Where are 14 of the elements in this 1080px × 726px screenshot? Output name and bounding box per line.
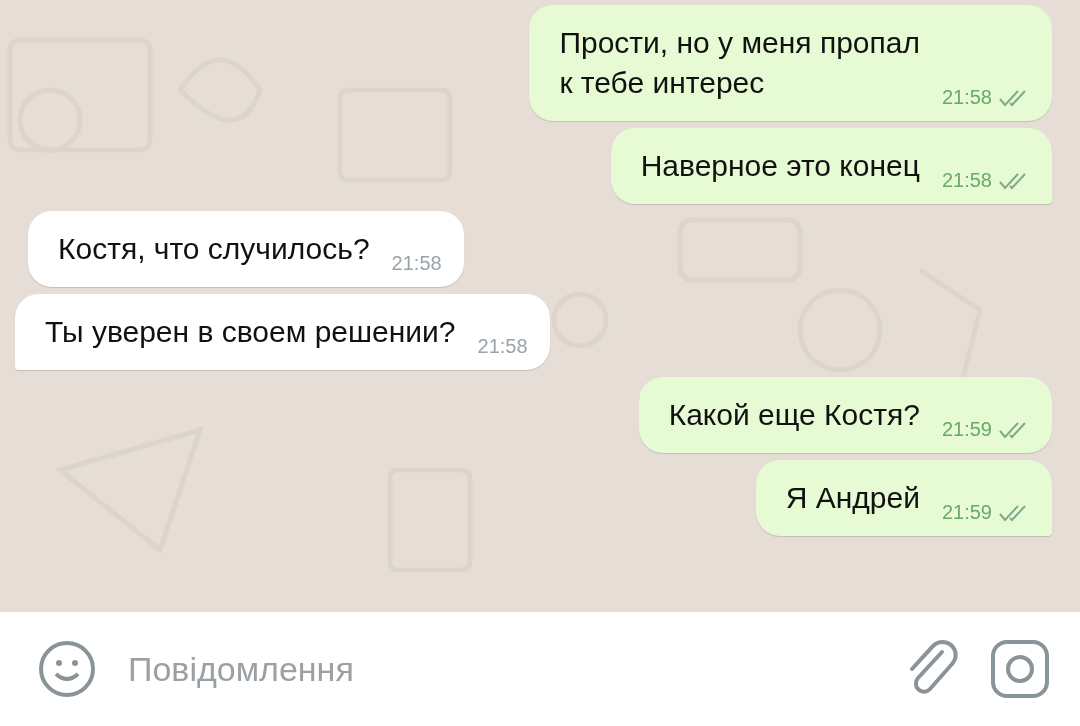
message-time: 21:59 [941, 501, 992, 524]
message-time: 21:58 [941, 169, 992, 192]
message-text: Какой еще Костя? [668, 397, 920, 433]
message-text: Я Андрей [785, 480, 920, 516]
message-text: Прости, но у меня пропал к тебе интерес [559, 25, 920, 101]
emoji-icon[interactable] [38, 640, 96, 698]
message-time: 21:58 [477, 335, 528, 358]
message-time: 21:59 [941, 418, 992, 441]
message-time: 21:58 [391, 252, 442, 275]
message-text: Ты уверен в своем решении? [45, 314, 456, 350]
camera-icon[interactable] [990, 639, 1050, 699]
message-time: 21:58 [941, 86, 992, 109]
message-text: Наверное это конец [640, 148, 920, 184]
message-text: Костя, что случилось? [58, 231, 370, 267]
